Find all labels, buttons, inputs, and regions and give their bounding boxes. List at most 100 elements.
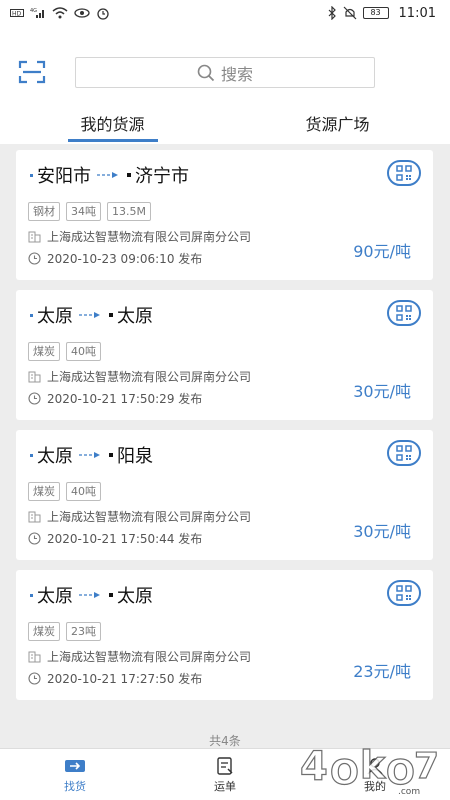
- cargo-card[interactable]: 太原 阳泉 煤炭 40吨 上海成达智慧物流有限公司屏南分公司 2020-10-2…: [16, 430, 433, 560]
- tag-weight: 40吨: [66, 342, 101, 361]
- network-label: 4G: [30, 8, 37, 14]
- clock-icon: [28, 252, 41, 265]
- destination-marker: [109, 313, 113, 317]
- nav-waybill[interactable]: 运单: [150, 749, 300, 800]
- price: 23元/吨: [353, 662, 411, 681]
- route-arrow-icon: [79, 450, 103, 460]
- status-bar: HD 4G 83 11:01: [0, 0, 450, 26]
- svg-text:4: 4: [300, 744, 328, 790]
- price: 30元/吨: [353, 522, 411, 541]
- svg-text:7: 7: [414, 746, 439, 787]
- clock-icon: [28, 532, 41, 545]
- qr-code-icon: [396, 165, 412, 181]
- search-input[interactable]: 搜索: [75, 57, 375, 88]
- building-icon: [28, 651, 41, 663]
- origin-city: 太原: [37, 446, 73, 467]
- publish-time: 2020-10-21 17:27:50 发布: [47, 672, 203, 686]
- mute-bell-icon: [343, 6, 357, 20]
- svg-text:.com: .com: [398, 787, 420, 797]
- tag-weight: 34吨: [66, 202, 101, 221]
- wifi-icon: [52, 7, 68, 19]
- destination-city: 太原: [117, 586, 153, 607]
- cargo-tags: 煤炭 40吨: [28, 482, 101, 501]
- company-row: 上海成达智慧物流有限公司屏南分公司: [28, 368, 251, 385]
- qr-code-button[interactable]: [387, 300, 421, 326]
- tag-weight: 23吨: [66, 622, 101, 641]
- company-name: 上海成达智慧物流有限公司屏南分公司: [47, 510, 252, 524]
- origin-marker: [30, 173, 33, 177]
- clock-icon: [28, 672, 41, 685]
- company-row: 上海成达智慧物流有限公司屏南分公司: [28, 228, 251, 245]
- cargo-tags: 煤炭 23吨: [28, 622, 101, 641]
- route: 太原 阳泉: [30, 442, 153, 468]
- tab-my-cargo[interactable]: 我的货源: [0, 102, 225, 144]
- search-placeholder: 搜索: [220, 64, 253, 84]
- price: 30元/吨: [353, 382, 411, 401]
- svg-text:k: k: [360, 743, 386, 787]
- scan-icon: [18, 60, 46, 84]
- publish-time-row: 2020-10-21 17:27:50 发布: [28, 670, 202, 687]
- tab-cargo-plaza[interactable]: 货源广场: [225, 102, 450, 144]
- battery-indicator: 83: [362, 7, 389, 19]
- nav-label: 找货: [64, 779, 86, 793]
- qr-code-icon: [396, 585, 412, 601]
- route-arrow-icon: [97, 170, 121, 180]
- cargo-list: 安阳市 济宁市 钢材 34吨 13.5M 上海成达智慧物流有限公司屏南分公司 2…: [16, 150, 433, 700]
- origin-city: 太原: [37, 586, 73, 607]
- tab-bar: 我的货源 货源广场: [0, 102, 450, 144]
- company-name: 上海成达智慧物流有限公司屏南分公司: [47, 650, 252, 664]
- cargo-tags: 煤炭 40吨: [28, 342, 101, 361]
- tag-cargo-type: 煤炭: [28, 342, 60, 361]
- cargo-card[interactable]: 太原 太原 煤炭 40吨 上海成达智慧物流有限公司屏南分公司 2020-10-2…: [16, 290, 433, 420]
- hd-icon: HD: [10, 8, 24, 18]
- tag-cargo-type: 钢材: [28, 202, 60, 221]
- destination-marker: [109, 593, 113, 597]
- nav-label: 运单: [214, 779, 236, 793]
- destination-city: 太原: [117, 306, 153, 327]
- route: 太原 太原: [30, 302, 153, 328]
- tag-weight: 40吨: [66, 482, 101, 501]
- tag-cargo-type: 煤炭: [28, 622, 60, 641]
- header: 搜索 我的货源 货源广场: [0, 26, 450, 144]
- origin-city: 太原: [37, 306, 73, 327]
- company-name: 上海成达智慧物流有限公司屏南分公司: [47, 230, 252, 244]
- scan-button[interactable]: [16, 58, 48, 86]
- origin-city: 安阳市: [37, 166, 91, 187]
- publish-time: 2020-10-23 09:06:10 发布: [47, 252, 203, 266]
- publish-time: 2020-10-21 17:50:29 发布: [47, 392, 203, 406]
- tag-cargo-type: 煤炭: [28, 482, 60, 501]
- destination-city: 阳泉: [117, 446, 153, 467]
- signal-icon: 4G: [30, 7, 46, 19]
- origin-marker: [30, 313, 33, 317]
- waybill-icon: [217, 756, 233, 775]
- origin-marker: [30, 453, 33, 457]
- qr-code-button[interactable]: [387, 160, 421, 186]
- qr-code-icon: [396, 305, 412, 321]
- status-time: 11:01: [398, 5, 436, 21]
- watermark-logo: 4 O k O 7 .com: [294, 728, 444, 798]
- destination-marker: [127, 173, 131, 177]
- publish-time-row: 2020-10-21 17:50:44 发布: [28, 530, 202, 547]
- cargo-card[interactable]: 安阳市 济宁市 钢材 34吨 13.5M 上海成达智慧物流有限公司屏南分公司 2…: [16, 150, 433, 280]
- price: 90元/吨: [353, 242, 411, 261]
- qr-code-button[interactable]: [387, 580, 421, 606]
- eye-icon: [74, 7, 90, 19]
- truck-icon: [65, 759, 85, 772]
- publish-time-row: 2020-10-23 09:06:10 发布: [28, 250, 202, 267]
- company-row: 上海成达智慧物流有限公司屏南分公司: [28, 648, 251, 665]
- company-name: 上海成达智慧物流有限公司屏南分公司: [47, 370, 252, 384]
- route: 安阳市 济宁市: [30, 162, 189, 188]
- cargo-card[interactable]: 太原 太原 煤炭 23吨 上海成达智慧物流有限公司屏南分公司 2020-10-2…: [16, 570, 433, 700]
- publish-time: 2020-10-21 17:50:44 发布: [47, 532, 203, 546]
- cargo-tags: 钢材 34吨 13.5M: [28, 202, 151, 221]
- alarm-icon: [96, 6, 110, 20]
- clock-icon: [28, 392, 41, 405]
- route-arrow-icon: [79, 590, 103, 600]
- origin-marker: [30, 593, 33, 597]
- nav-find-cargo[interactable]: 找货: [0, 749, 150, 800]
- destination-marker: [109, 453, 113, 457]
- company-row: 上海成达智慧物流有限公司屏南分公司: [28, 508, 251, 525]
- qr-code-icon: [396, 445, 412, 461]
- qr-code-button[interactable]: [387, 440, 421, 466]
- svg-text:O: O: [330, 753, 359, 793]
